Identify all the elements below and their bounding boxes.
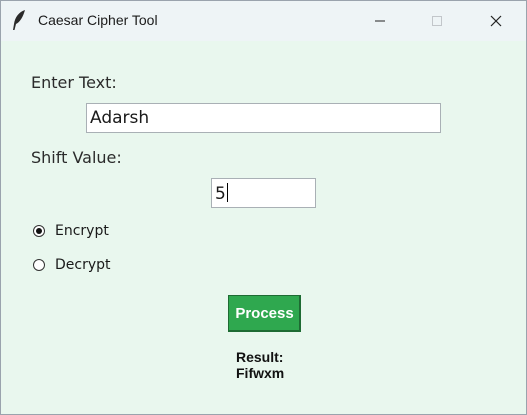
text-input[interactable]: Adarsh [86,103,441,133]
result-area: Result: Fifwxm [236,349,284,381]
result-label: Result: [236,349,284,365]
decrypt-radio-indicator[interactable] [33,259,45,271]
feather-icon [11,9,27,31]
main-panel: Enter Text: Adarsh Shift Value: 5 Encryp… [1,41,526,414]
minimize-icon [375,20,385,22]
maximize-button[interactable] [414,1,460,41]
enter-text-label: Enter Text: [31,73,117,92]
app-window: Caesar Cipher Tool Enter Text: Adarsh Sh… [0,0,527,415]
close-icon [490,15,502,27]
maximize-icon [432,16,442,26]
close-button[interactable] [473,1,519,41]
encrypt-radio-indicator[interactable] [33,225,45,237]
title-bar[interactable]: Caesar Cipher Tool [1,1,526,41]
shift-input-value: 5 [215,184,226,204]
process-button[interactable]: Process [228,295,301,332]
text-caret [226,183,228,202]
result-value: Fifwxm [236,365,285,381]
decrypt-radio-label[interactable]: Decrypt [55,257,111,273]
shift-value-label: Shift Value: [31,148,122,167]
window-title: Caesar Cipher Tool [38,12,158,28]
text-input-value: Adarsh [90,108,150,128]
encrypt-radio-label[interactable]: Encrypt [55,223,109,239]
minimize-button[interactable] [357,1,403,41]
shift-input[interactable]: 5 [211,178,316,208]
